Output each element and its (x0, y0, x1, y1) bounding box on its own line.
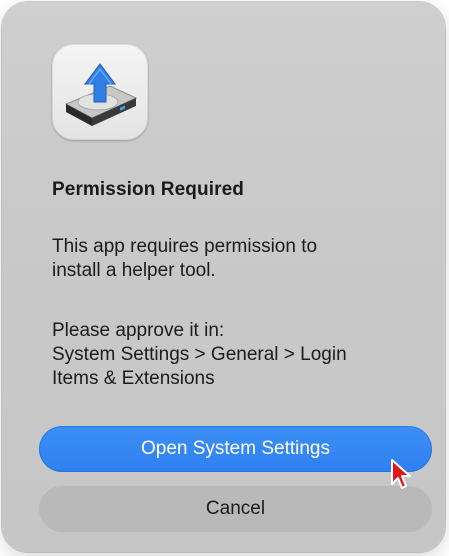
app-installer-icon (52, 44, 148, 140)
instructions-line: Please approve it in: (52, 320, 225, 341)
open-system-settings-button[interactable]: Open System Settings (39, 426, 432, 472)
instructions-line: System Settings > General > Login (52, 344, 347, 365)
dialog-instructions: Please approve it in: System Settings > … (52, 319, 422, 391)
instructions-line: Items & Extensions (52, 368, 215, 389)
dialog-message: This app requires permission to install … (52, 235, 422, 283)
dialog-title: Permission Required (52, 179, 244, 200)
message-line: This app requires permission to (52, 236, 318, 257)
cancel-label: Cancel (205, 498, 266, 519)
open-system-settings-label: Open System Settings (140, 438, 331, 459)
permission-dialog: Permission Required This app requires pe… (2, 2, 445, 552)
message-line: install a helper tool. (52, 260, 216, 281)
cancel-button[interactable]: Cancel (39, 486, 432, 532)
mouse-pointer-icon (391, 459, 411, 489)
